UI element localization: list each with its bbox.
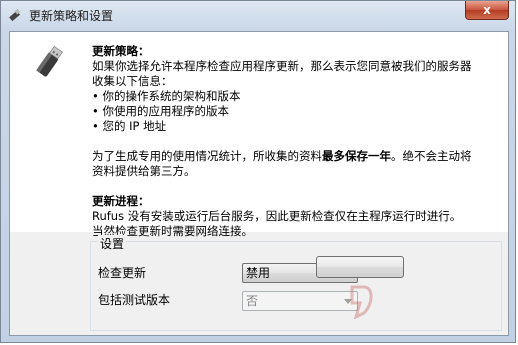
- policy-intro-line-1: 如果你选择允许本程序检查应用程序更新，那么表示您同意被我们的服务器: [92, 59, 472, 73]
- policy-intro-line-2: 收集以下信息：: [92, 74, 173, 88]
- policy-stats-line-2: 资料提供给第三方。: [92, 164, 196, 178]
- settings-group-label: 设置: [98, 235, 127, 252]
- policy-text: 更新策略： 如果你选择允许本程序检查应用程序更新，那么表示您同意被我们的服务器 …: [92, 44, 502, 239]
- process-line-2: 当然检查更新时需要网络连接。: [92, 224, 253, 238]
- update-settings-dialog: 更新策略和设置 x 更新策略： 如果你选择允许本程序检查应用程序更新，那么表示您…: [0, 0, 516, 343]
- process-heading: 更新进程：: [92, 194, 150, 208]
- check-updates-label: 检查更新: [98, 266, 147, 280]
- policy-panel: 更新策略： 如果你选择允许本程序检查应用程序更新，那么表示您同意被我们的服务器 …: [10, 32, 508, 238]
- dialog-body: 更新策略： 如果你选择允许本程序检查应用程序更新，那么表示您同意被我们的服务器 …: [9, 31, 509, 336]
- usb-drive-icon: [36, 45, 63, 77]
- window-title: 更新策略和设置: [29, 9, 114, 23]
- usb-drive-icon: [9, 8, 21, 22]
- title-bar: 更新策略和设置 x: [1, 1, 515, 29]
- check-now-button[interactable]: [316, 256, 404, 278]
- close-button[interactable]: x: [465, 1, 509, 20]
- policy-bullet: 你使用的应用程序的版本: [92, 104, 502, 119]
- process-line-1: Rufus 没有安装或运行后台服务，因此更新检查仅在主程序运行时进行。: [92, 209, 462, 223]
- policy-heading: 更新策略：: [92, 44, 150, 58]
- include-beta-select[interactable]: 否: [242, 291, 358, 311]
- watermark-icon: [350, 285, 373, 319]
- settings-group: 设置 检查更新 禁用 包括测试版本 否: [90, 235, 502, 331]
- policy-bullet: 您的 IP 地址: [92, 119, 502, 134]
- policy-stats-line-1: 为了生成专用的使用情况统计，所收集的资料最多保存一年。绝不会主动将: [92, 149, 472, 163]
- include-beta-label: 包括测试版本: [98, 293, 171, 307]
- policy-bullet: 你的操作系统的架构和版本: [92, 89, 502, 104]
